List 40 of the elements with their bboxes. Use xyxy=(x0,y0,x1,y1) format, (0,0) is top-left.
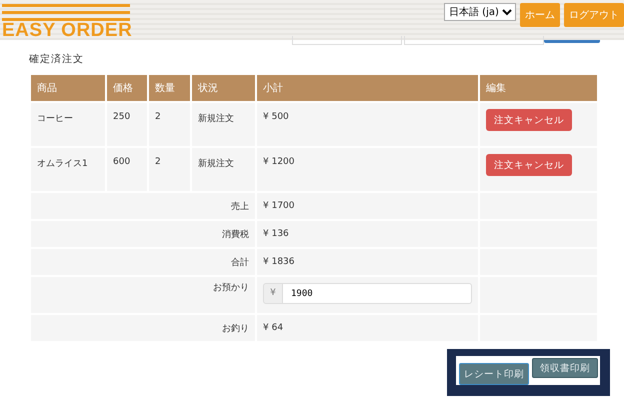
summary-value: ¥ 136 xyxy=(257,221,478,247)
input-field[interactable] xyxy=(292,36,402,45)
column-header: 価格 xyxy=(107,75,147,101)
summary-label: 合計 xyxy=(31,249,255,275)
column-header: 小計 xyxy=(257,75,478,101)
summary-label: 売上 xyxy=(31,193,255,219)
logo-text: EASY ORDER xyxy=(2,22,132,40)
column-header: 状況 xyxy=(192,75,255,101)
summary-label: お預かり xyxy=(31,277,255,313)
amount-field[interactable]: 1900 xyxy=(283,283,472,304)
table-cell: コーヒー xyxy=(31,103,105,146)
table-cell: 新規注文 xyxy=(192,103,255,146)
currency-prefix: ¥ xyxy=(263,283,283,304)
cancel-button[interactable]: 注文キャンセル xyxy=(486,109,572,131)
column-header: 商品 xyxy=(31,75,105,101)
column-header: 編集 xyxy=(480,75,597,101)
input-field[interactable] xyxy=(404,36,544,45)
table-cell: 2 xyxy=(149,148,190,191)
language-select[interactable]: 日本語 (ja) xyxy=(444,3,516,21)
table-cell: 600 xyxy=(107,148,147,191)
summary-value: ¥ 1700 xyxy=(257,193,478,219)
table-cell: 新規注文 xyxy=(192,148,255,191)
table-cell: オムライス1 xyxy=(31,148,105,191)
search-button[interactable] xyxy=(544,40,600,43)
summary-value: ¥ 1836 xyxy=(257,249,478,275)
print-button[interactable]: 領収書印刷 xyxy=(532,358,598,378)
summary-label: 消費税 xyxy=(31,221,255,247)
table-cell: 2 xyxy=(149,103,190,146)
summary-label: お釣り xyxy=(31,315,255,341)
summary-value: ¥ 64 xyxy=(257,315,478,341)
stripes-icon xyxy=(2,2,130,22)
cancel-button[interactable]: 注文キャンセル xyxy=(486,154,572,176)
table-cell: ¥ 1200 xyxy=(257,148,478,191)
table-cell: 250 xyxy=(107,103,147,146)
nav-button[interactable]: ログアウト xyxy=(564,3,624,27)
section-title: 確定済注文 xyxy=(29,52,85,66)
nav-button[interactable]: ホーム xyxy=(520,3,560,27)
table-cell: ¥ 500 xyxy=(257,103,478,146)
column-header: 数量 xyxy=(149,75,190,101)
print-button[interactable]: レシート印刷 xyxy=(459,363,529,385)
